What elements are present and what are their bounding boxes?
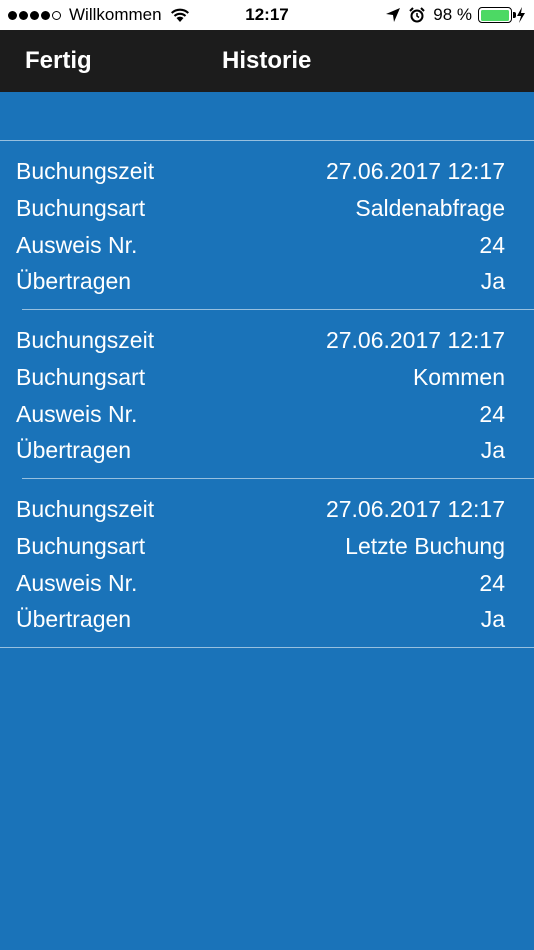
booking-type-label: Buchungsart: [16, 194, 146, 221]
alarm-icon: [409, 7, 425, 23]
booking-time-label: Buchungszeit: [16, 495, 155, 522]
badge-number-label: Ausweis Nr.: [16, 231, 138, 258]
battery-cap: [513, 12, 516, 18]
history-entry[interactable]: Buchungszeit 27.06.2017 12:17 Buchungsar…: [0, 141, 534, 310]
transferred-row: Übertragen Ja: [16, 435, 505, 465]
booking-type-row: Buchungsart Saldenabfrage: [16, 193, 505, 223]
list-header-spacer: [0, 92, 534, 141]
entry-separator: [0, 647, 534, 648]
booking-time-value: 27.06.2017 12:17: [325, 326, 505, 353]
battery-fill: [480, 9, 509, 21]
transferred-row: Übertragen Ja: [16, 604, 505, 634]
badge-number-value: 24: [479, 569, 505, 596]
booking-type-value: Letzte Buchung: [345, 532, 505, 559]
booking-time-row: Buchungszeit 27.06.2017 12:17: [16, 325, 505, 355]
battery-percent: 98 %: [433, 5, 472, 24]
booking-type-label: Buchungsart: [16, 532, 146, 559]
location-arrow-icon: [386, 8, 401, 22]
status-right: 98 %: [385, 5, 526, 25]
booking-time-value: 27.06.2017 12:17: [325, 157, 505, 184]
badge-number-label: Ausweis Nr.: [16, 400, 138, 427]
transferred-label: Übertragen: [16, 436, 132, 463]
navigation-bar: Fertig Historie: [0, 30, 534, 92]
badge-number-value: 24: [479, 400, 505, 427]
transferred-label: Übertragen: [16, 267, 132, 294]
booking-type-label: Buchungsart: [16, 363, 146, 390]
badge-number-row: Ausweis Nr. 24: [16, 568, 505, 598]
booking-type-row: Buchungsart Letzte Buchung: [16, 531, 505, 561]
transferred-value: Ja: [480, 605, 505, 632]
booking-time-row: Buchungszeit 27.06.2017 12:17: [16, 494, 505, 524]
status-bar: Willkommen 12:17 98 %: [0, 0, 534, 30]
history-entry[interactable]: Buchungszeit 27.06.2017 12:17 Buchungsar…: [0, 479, 534, 648]
transferred-value: Ja: [480, 436, 505, 463]
charging-bolt-icon: [517, 7, 525, 23]
booking-time-label: Buchungszeit: [16, 157, 155, 184]
transferred-label: Übertragen: [16, 605, 132, 632]
transferred-value: Ja: [480, 267, 505, 294]
booking-type-value: Saldenabfrage: [355, 194, 505, 221]
done-button[interactable]: Fertig: [25, 47, 92, 75]
booking-time-row: Buchungszeit 27.06.2017 12:17: [16, 156, 505, 186]
booking-time-value: 27.06.2017 12:17: [325, 495, 505, 522]
transferred-row: Übertragen Ja: [16, 266, 505, 296]
page-title: Historie: [222, 47, 312, 74]
history-entry[interactable]: Buchungszeit 27.06.2017 12:17 Buchungsar…: [0, 310, 534, 479]
booking-time-label: Buchungszeit: [16, 326, 155, 353]
badge-number-label: Ausweis Nr.: [16, 569, 138, 596]
badge-number-row: Ausweis Nr. 24: [16, 399, 505, 429]
battery-icon: [478, 7, 516, 23]
booking-type-row: Buchungsart Kommen: [16, 362, 505, 392]
badge-number-value: 24: [479, 231, 505, 258]
history-list: Buchungszeit 27.06.2017 12:17 Buchungsar…: [0, 92, 534, 648]
booking-type-value: Kommen: [412, 363, 505, 390]
badge-number-row: Ausweis Nr. 24: [16, 230, 505, 260]
